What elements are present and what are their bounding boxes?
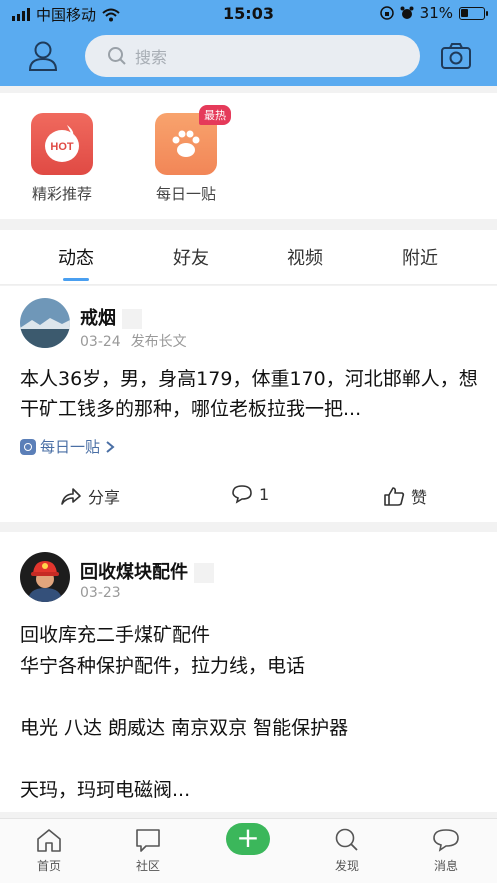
nav-messages[interactable]: 消息 (416, 827, 476, 874)
post-author-name: 回收煤块配件 (80, 562, 188, 583)
post-body[interactable]: 本人36岁，男，身高179，体重170，河北邯郸人，想干矿工钱多的那种，哪位老板… (20, 364, 480, 424)
nav-community[interactable]: 社区 (118, 827, 178, 874)
tile-daily-post-label: 每日一贴 (155, 185, 216, 203)
post-body-line: 华宁各种保护配件，拉力线，电话 (20, 655, 306, 677)
search-icon (108, 47, 126, 65)
create-post-button[interactable]: + (226, 823, 270, 855)
rotation-lock-icon (379, 6, 394, 20)
tab-activity[interactable]: 动态 (36, 244, 116, 270)
comment-button[interactable]: 1 (231, 484, 269, 504)
community-icon (136, 829, 160, 852)
tile-featured-label: 精彩推荐 (31, 185, 92, 203)
post-body-line (20, 682, 480, 713)
topic-icon (20, 438, 36, 455)
nav-discover-label: 发现 (334, 859, 359, 873)
search-input[interactable]: 搜索 (85, 35, 420, 77)
comment-icon (232, 485, 252, 504)
post-topic-tag[interactable]: 每日一贴 (20, 436, 116, 457)
thumbs-up-icon (384, 487, 405, 506)
post-body[interactable]: 回收库充二手煤矿配件 华宁各种保护配件，拉力线，电话 电光 八达 朗威达 南京双… (20, 620, 480, 806)
like-label: 赞 (411, 488, 428, 507)
post-card[interactable]: 戒烟 03-24 发布长文 本人36岁，男，身高179，体重170，河北邯郸人，想… (0, 286, 497, 522)
post-meta: 03-23 (80, 585, 121, 601)
share-label: 分享 (88, 488, 121, 507)
post-card[interactable]: 回收煤块配件 03-23 回收库充二手煤矿配件 华宁各种保护配件，拉力线，电话 … (0, 532, 497, 812)
paw-icon: 最热 (155, 105, 231, 175)
post-body-line: 电光 八达 朗威达 南京双京 智能保护器 (20, 717, 349, 739)
chevron-right-icon (106, 440, 115, 453)
search-placeholder: 搜索 (135, 48, 168, 67)
post-date: 03-23 (80, 585, 121, 601)
post-body-line (20, 744, 480, 775)
hot-badge: 最热 (199, 105, 231, 125)
share-icon (61, 488, 81, 505)
tile-featured[interactable]: HOT 精彩推荐 (22, 113, 102, 204)
post-author[interactable]: 戒烟 (80, 304, 142, 330)
tab-videos[interactable]: 视频 (265, 244, 345, 270)
post-author-name: 戒烟 (80, 308, 116, 329)
post-topic-label: 每日一贴 (40, 438, 101, 456)
tab-nearby[interactable]: 附近 (380, 244, 460, 270)
avatar[interactable] (20, 552, 70, 602)
discover-icon (335, 828, 358, 851)
level-badge (122, 309, 142, 329)
nav-home-label: 首页 (36, 859, 61, 873)
post-author[interactable]: 回收煤块配件 (80, 558, 214, 584)
feed-tabs: 动态 好友 视频 附近 (0, 230, 497, 285)
share-button[interactable]: 分享 (60, 484, 120, 508)
tab-friends[interactable]: 好友 (151, 244, 231, 270)
alarm-icon (400, 6, 414, 19)
hot-icon: HOT (31, 113, 93, 175)
hot-icon-text: HOT (50, 141, 74, 153)
quick-entry-panel: HOT 精彩推荐 最热 每日一贴 (0, 93, 497, 219)
post-date: 03-24 (80, 334, 121, 350)
like-button[interactable]: 赞 (383, 484, 427, 508)
home-icon (37, 829, 61, 852)
nav-home[interactable]: 首页 (19, 827, 79, 874)
post-body-line: 天玛，玛珂电磁阀... (20, 779, 191, 801)
top-bar: 中国移动 15:03 31% 搜索 (0, 0, 497, 86)
nav-messages-label: 消息 (433, 859, 458, 873)
comment-count: 1 (259, 484, 270, 504)
status-bar: 中国移动 15:03 31% (0, 0, 497, 28)
level-badge (194, 563, 214, 583)
tile-daily-post[interactable]: 最热 每日一贴 (146, 105, 231, 204)
nav-discover[interactable]: 发现 (317, 827, 377, 874)
post-meta: 03-24 发布长文 (80, 331, 187, 351)
avatar[interactable] (20, 298, 70, 348)
active-tab-indicator (63, 278, 89, 281)
battery-icon (459, 6, 488, 20)
battery-percent: 31% (419, 4, 453, 22)
post-actions: 分享 1 赞 (0, 484, 497, 508)
post-body-line: 回收库充二手煤矿配件 (20, 624, 211, 646)
messages-icon (433, 829, 459, 852)
post-type: 发布长文 (130, 334, 187, 350)
camera-icon[interactable] (440, 42, 472, 70)
profile-icon[interactable] (28, 40, 58, 72)
nav-community-label: 社区 (135, 859, 160, 873)
